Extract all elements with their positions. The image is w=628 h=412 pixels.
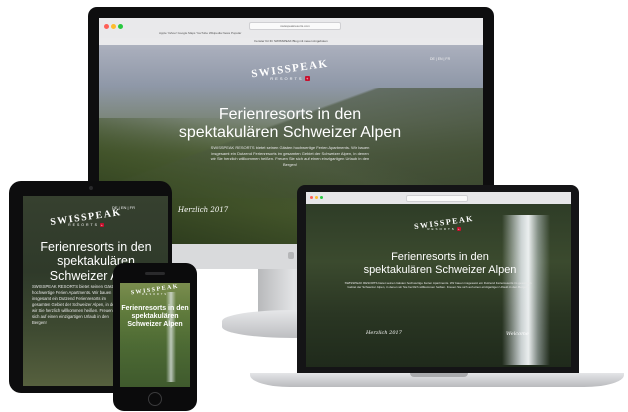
laptop-welcome-text: Welcome <box>506 331 529 337</box>
browser-notice-bar: Fenster für Ihr SWISSPEAK Blog mit neuen… <box>99 38 483 45</box>
desktop-headline: Ferienresorts in den spektakulären Schwe… <box>150 106 430 143</box>
address-bar[interactable] <box>406 195 468 202</box>
tablet-logo[interactable]: SWISSPEAK RESORTS + <box>36 207 136 228</box>
close-window-icon[interactable] <box>310 196 313 199</box>
laptop-intro-text: SWISSPEAK RESORTS bietet seinen Gästen h… <box>344 281 532 290</box>
headline-line-1: Ferienresorts in den <box>391 251 489 263</box>
headline-line-2: spektakulären <box>131 313 179 321</box>
laptop-browser-toolbar <box>306 192 571 204</box>
minimize-window-icon[interactable] <box>111 24 116 29</box>
headline-line-3: Schweizer Alpen <box>127 321 183 329</box>
bookmarks-bar[interactable]: Apple Yahoo! Google Maps YouTube Wikiped… <box>159 31 241 35</box>
phone-speaker <box>145 272 165 275</box>
phone-headline: Ferienresorts in den spektakulären Schwe… <box>120 305 190 329</box>
headline-line-2: spektakulären Schweizer Alpen <box>178 124 402 142</box>
address-bar[interactable]: swisspeakresorts.com <box>249 22 341 30</box>
phone-screen <box>120 283 190 387</box>
desktop-intro-text: SWISSPEAK RESORTS bietet seinen Gästen h… <box>210 145 370 167</box>
language-switch[interactable]: DE | EN | FR <box>430 57 450 61</box>
laptop-signature: Herzlich 2017 <box>366 330 402 336</box>
headline-line-2: spektakulären Schweizer Alpen <box>363 263 517 276</box>
tablet-intro-text: SWISSPEAK RESORTS bietet seinen Gästen h… <box>32 284 122 325</box>
headline-line-1: Ferienresorts in den <box>40 240 152 254</box>
close-window-icon[interactable] <box>104 24 109 29</box>
phone-logo[interactable]: SWISSPEAK RESORTS <box>120 284 190 297</box>
laptop-lid-notch <box>410 373 468 377</box>
zoom-window-icon[interactable] <box>320 196 323 199</box>
swiss-cross-icon: + <box>456 227 461 231</box>
headline-line-1: Ferienresorts in den <box>121 305 189 312</box>
waterfall-image <box>502 215 550 365</box>
minimize-window-icon[interactable] <box>315 196 318 199</box>
browser-toolbar: swisspeakresorts.com Apple Yahoo! Google… <box>99 18 483 39</box>
desktop-logo[interactable]: SWISSPEAK RESORTS + <box>240 58 340 81</box>
desktop-signature: Herzlich 2017 <box>178 206 229 214</box>
swiss-cross-icon: + <box>99 223 104 227</box>
laptop-logo[interactable]: SWISSPEAK RESORTS + <box>404 214 484 231</box>
swiss-cross-icon: + <box>304 76 310 81</box>
laptop-headline: Ferienresorts in den spektakulären Schwe… <box>320 251 560 276</box>
tablet-camera-icon <box>89 186 93 190</box>
apple-logo-icon <box>288 252 294 259</box>
zoom-window-icon[interactable] <box>118 24 123 29</box>
home-button[interactable] <box>148 392 162 406</box>
headline-line-1: Ferienresorts in den <box>218 106 362 123</box>
